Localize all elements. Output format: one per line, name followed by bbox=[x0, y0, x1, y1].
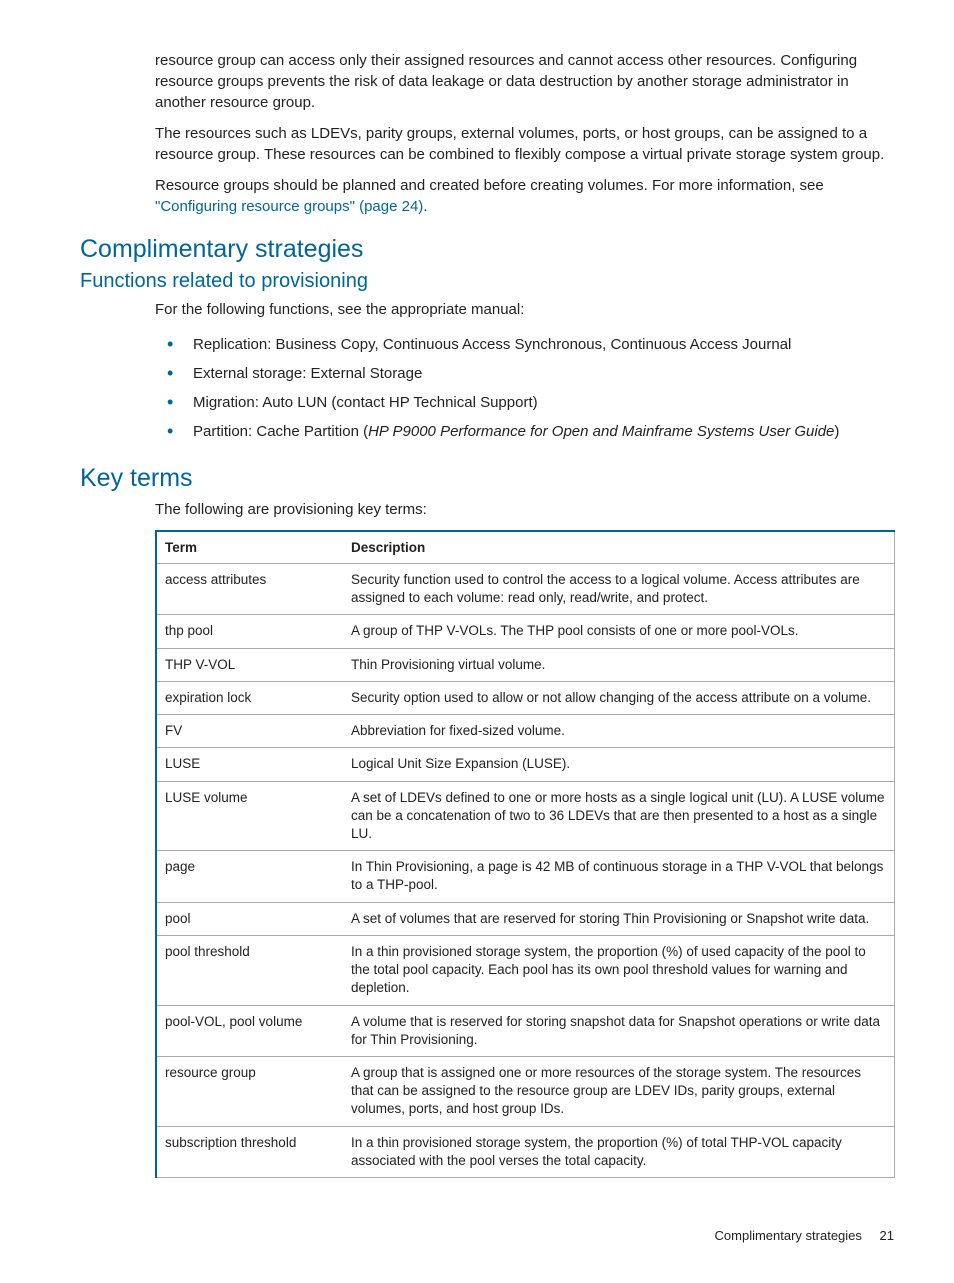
desc-cell: Security option used to allow or not all… bbox=[343, 681, 895, 714]
list-item: Partition: Cache Partition (HP P9000 Per… bbox=[189, 417, 894, 446]
desc-cell: A set of LDEVs defined to one or more ho… bbox=[343, 781, 895, 851]
list-item-text-pre: Partition: Cache Partition ( bbox=[193, 423, 368, 440]
list-item: Migration: Auto LUN (contact HP Technica… bbox=[189, 388, 894, 417]
desc-cell: Security function used to control the ac… bbox=[343, 564, 895, 615]
desc-cell: A group that is assigned one or more res… bbox=[343, 1056, 895, 1126]
functions-list: Replication: Business Copy, Continuous A… bbox=[155, 330, 894, 446]
list-item: Replication: Business Copy, Continuous A… bbox=[189, 330, 894, 359]
heading-functions-related-to-provisioning: Functions related to provisioning bbox=[80, 270, 894, 293]
table-row: access attributesSecurity function used … bbox=[156, 564, 895, 615]
page-footer: Complimentary strategies 21 bbox=[80, 1228, 894, 1243]
desc-cell: A group of THP V-VOLs. The THP pool cons… bbox=[343, 615, 895, 648]
intro-p3-post: . bbox=[423, 198, 427, 215]
th-description: Description bbox=[343, 531, 895, 564]
desc-cell: In a thin provisioned storage system, th… bbox=[343, 1126, 895, 1177]
footer-section-title: Complimentary strategies bbox=[715, 1228, 862, 1243]
term-cell: LUSE bbox=[156, 748, 343, 781]
intro-paragraph-2: The resources such as LDEVs, parity grou… bbox=[155, 123, 894, 165]
list-item-emphasis: HP P9000 Performance for Open and Mainfr… bbox=[368, 423, 834, 440]
term-cell: pool-VOL, pool volume bbox=[156, 1005, 343, 1056]
desc-cell: Abbreviation for fixed-sized volume. bbox=[343, 715, 895, 748]
term-cell: subscription threshold bbox=[156, 1126, 343, 1177]
desc-cell: A volume that is reserved for storing sn… bbox=[343, 1005, 895, 1056]
table-row: poolA set of volumes that are reserved f… bbox=[156, 902, 895, 935]
desc-cell: A set of volumes that are reserved for s… bbox=[343, 902, 895, 935]
term-cell: expiration lock bbox=[156, 681, 343, 714]
term-cell: page bbox=[156, 851, 343, 902]
table-row: pageIn Thin Provisioning, a page is 42 M… bbox=[156, 851, 895, 902]
term-cell: thp pool bbox=[156, 615, 343, 648]
footer-page-number: 21 bbox=[880, 1228, 894, 1243]
list-item-text-post: ) bbox=[834, 423, 839, 440]
table-row: expiration lockSecurity option used to a… bbox=[156, 681, 895, 714]
intro-paragraph-1: resource group can access only their ass… bbox=[155, 50, 894, 113]
th-term: Term bbox=[156, 531, 343, 564]
heading-complimentary-strategies: Complimentary strategies bbox=[80, 235, 894, 264]
term-cell: access attributes bbox=[156, 564, 343, 615]
desc-cell: Thin Provisioning virtual volume. bbox=[343, 648, 895, 681]
table-row: thp poolA group of THP V-VOLs. The THP p… bbox=[156, 615, 895, 648]
desc-cell: Logical Unit Size Expansion (LUSE). bbox=[343, 748, 895, 781]
heading-key-terms: Key terms bbox=[80, 464, 894, 493]
list-item: External storage: External Storage bbox=[189, 359, 894, 388]
table-row: FVAbbreviation for fixed-sized volume. bbox=[156, 715, 895, 748]
table-row: LUSELogical Unit Size Expansion (LUSE). bbox=[156, 748, 895, 781]
table-row: THP V-VOLThin Provisioning virtual volum… bbox=[156, 648, 895, 681]
key-terms-table: Term Description access attributesSecuri… bbox=[155, 530, 895, 1178]
table-row: subscription thresholdIn a thin provisio… bbox=[156, 1126, 895, 1177]
term-cell: pool threshold bbox=[156, 935, 343, 1005]
key-terms-intro: The following are provisioning key terms… bbox=[155, 499, 894, 520]
link-configuring-resource-groups[interactable]: "Configuring resource groups" (page 24) bbox=[155, 198, 423, 215]
term-cell: pool bbox=[156, 902, 343, 935]
table-row: pool thresholdIn a thin provisioned stor… bbox=[156, 935, 895, 1005]
desc-cell: In Thin Provisioning, a page is 42 MB of… bbox=[343, 851, 895, 902]
table-row: LUSE volumeA set of LDEVs defined to one… bbox=[156, 781, 895, 851]
table-row: pool-VOL, pool volumeA volume that is re… bbox=[156, 1005, 895, 1056]
table-row: resource groupA group that is assigned o… bbox=[156, 1056, 895, 1126]
term-cell: THP V-VOL bbox=[156, 648, 343, 681]
intro-paragraph-3: Resource groups should be planned and cr… bbox=[155, 175, 894, 217]
term-cell: FV bbox=[156, 715, 343, 748]
term-cell: LUSE volume bbox=[156, 781, 343, 851]
intro-p3-pre: Resource groups should be planned and cr… bbox=[155, 177, 824, 194]
desc-cell: In a thin provisioned storage system, th… bbox=[343, 935, 895, 1005]
term-cell: resource group bbox=[156, 1056, 343, 1126]
functions-intro: For the following functions, see the app… bbox=[155, 299, 894, 320]
